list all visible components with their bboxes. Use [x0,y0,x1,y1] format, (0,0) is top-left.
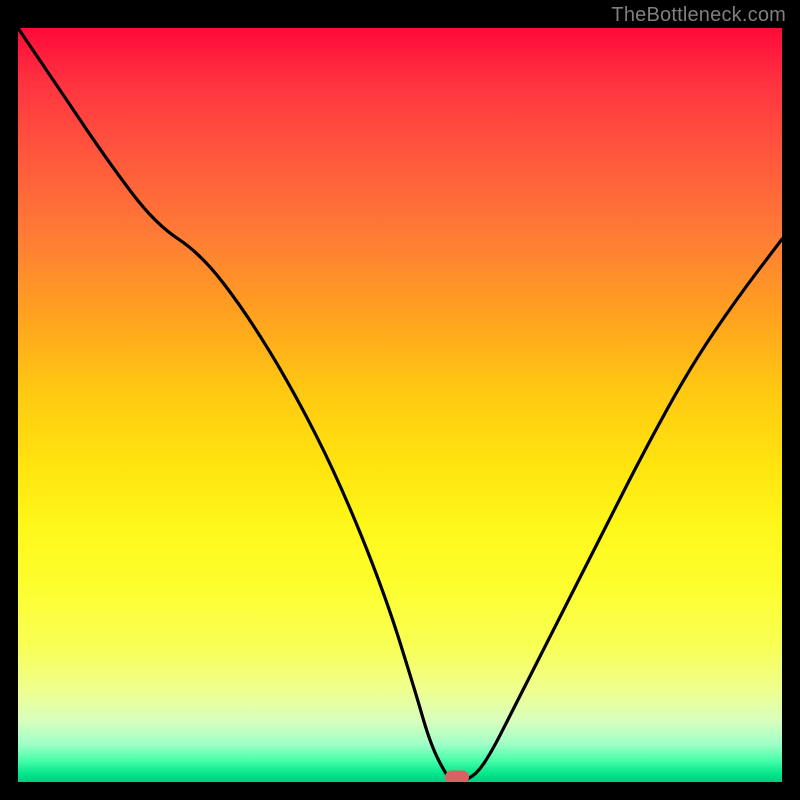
chart-plot-area [18,28,782,782]
minimum-marker [445,771,469,783]
bottleneck-curve [18,28,782,782]
watermark-text: TheBottleneck.com [611,4,786,27]
